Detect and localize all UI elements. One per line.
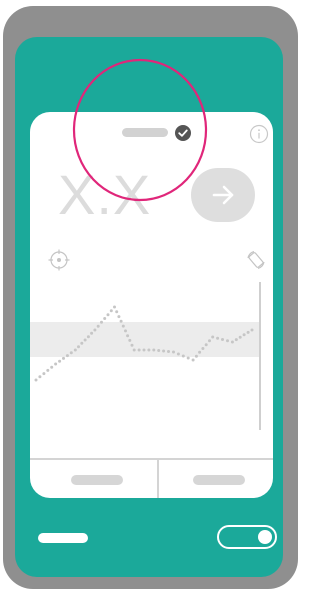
chart-dot — [126, 334, 130, 338]
chart-dot — [238, 335, 242, 339]
chart-dot — [246, 330, 250, 334]
bottom-tab-right[interactable] — [193, 475, 245, 485]
chart-dot — [58, 359, 62, 363]
chart-highlight-band — [30, 322, 260, 357]
chart-dot — [230, 340, 234, 344]
chart-dot — [90, 331, 94, 335]
chart-dot — [117, 315, 121, 319]
chart-dot — [167, 350, 170, 353]
chart-dot — [65, 354, 69, 358]
chart-dot — [83, 338, 87, 342]
chart-dot — [242, 333, 246, 337]
chart-dot — [106, 313, 110, 317]
arrow-right-icon — [212, 185, 234, 205]
chart-dot — [147, 348, 151, 352]
crosshair-icon[interactable] — [48, 249, 70, 271]
toggle-switch[interactable] — [217, 525, 277, 549]
info-icon[interactable] — [249, 124, 269, 144]
chart-dot — [73, 348, 77, 352]
chart-dot — [54, 362, 58, 366]
chart-dot — [221, 338, 224, 341]
chart-dot — [162, 349, 166, 353]
chart-dot — [103, 317, 107, 320]
chart-dot — [142, 348, 146, 352]
chart-dot — [86, 335, 90, 339]
chart-dot — [181, 354, 185, 358]
bottom-divider — [30, 458, 273, 460]
chart-dot — [216, 336, 220, 340]
chart-dot — [132, 348, 136, 352]
chart-dot — [62, 356, 65, 360]
chart-dot — [191, 358, 195, 362]
chart-dot — [226, 339, 229, 343]
chart-dot — [69, 351, 73, 355]
chart-dot — [100, 320, 103, 324]
chart-dot — [96, 324, 100, 328]
chart-dot — [208, 339, 211, 343]
chart-dot — [194, 354, 198, 358]
trend-chart — [30, 282, 261, 430]
chart-dot — [152, 348, 156, 352]
chart-dot — [137, 348, 141, 352]
chart-dot — [211, 335, 215, 339]
go-button[interactable] — [191, 168, 255, 222]
app-mockup: X.X — [0, 0, 301, 592]
rotate-phone-icon[interactable] — [245, 249, 267, 271]
chart-dot — [198, 350, 202, 354]
chart-dot — [46, 368, 50, 372]
chart-dot — [121, 324, 125, 328]
chart-dot — [172, 350, 175, 354]
chart-dot — [250, 328, 254, 332]
chart-dot — [176, 352, 180, 356]
home-bar[interactable] — [38, 533, 88, 543]
chart-dot — [93, 328, 97, 332]
toggle-knob — [258, 530, 272, 544]
bottom-divider-vertical — [157, 458, 159, 498]
chart-dot — [234, 338, 238, 342]
chart-dot — [186, 356, 190, 360]
value-display: X.X — [58, 163, 152, 226]
chart-dot — [38, 375, 42, 379]
chart-dot — [157, 349, 161, 352]
chart-dot — [130, 343, 134, 347]
chart-dot — [80, 341, 84, 345]
chart-dot — [115, 310, 119, 314]
chart-dot — [128, 338, 132, 342]
chart-dot — [201, 347, 205, 350]
title-placeholder — [122, 128, 168, 137]
check-circle-icon — [175, 125, 191, 141]
chart-dot — [124, 329, 127, 333]
chart-dot — [34, 378, 38, 382]
chart-dot — [113, 305, 116, 309]
chart-dot — [204, 343, 208, 347]
chart-dot — [50, 365, 54, 369]
chart-dot — [119, 319, 123, 323]
chart-dot — [42, 372, 46, 376]
bottom-tab-left[interactable] — [71, 475, 123, 485]
chart-dot — [77, 345, 80, 349]
chart-dot — [109, 309, 113, 313]
